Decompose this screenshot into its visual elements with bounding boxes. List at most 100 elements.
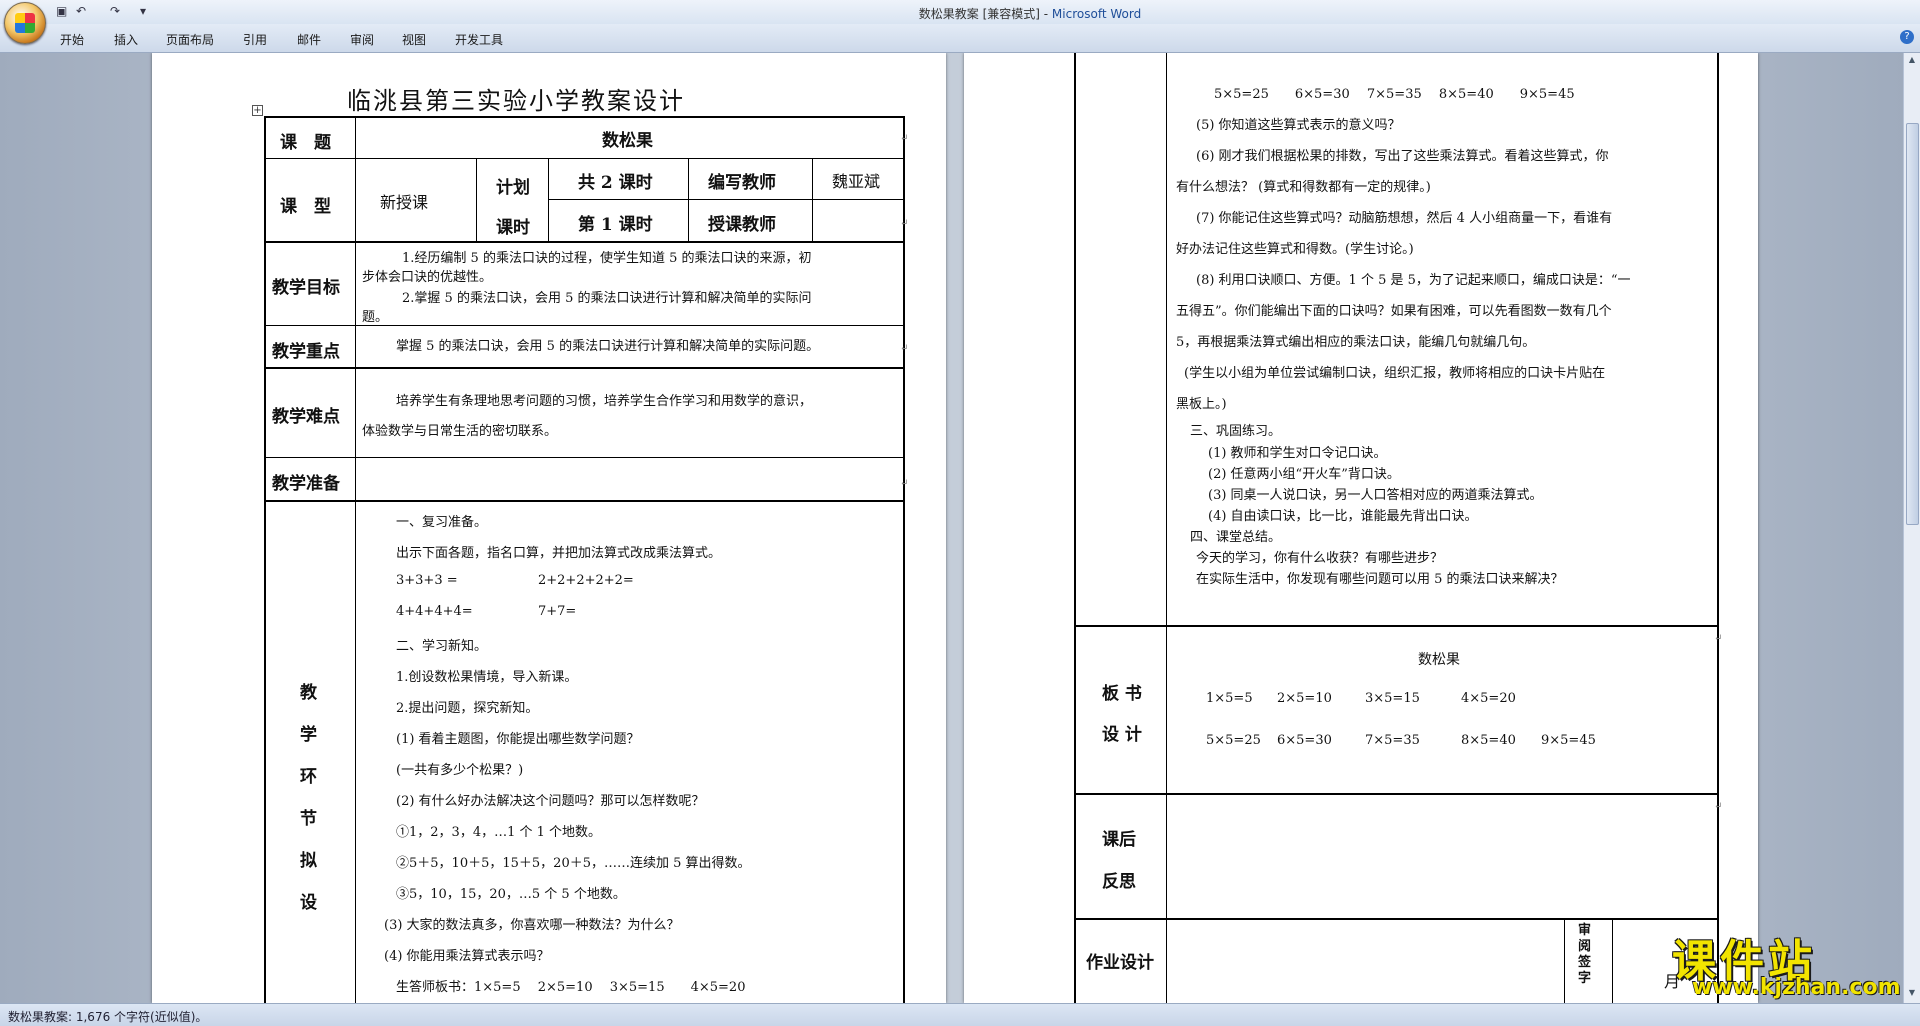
table-border bbox=[548, 199, 904, 200]
paragraph-mark: ↵ bbox=[900, 343, 909, 354]
preparation-label: 教学准备 bbox=[272, 474, 340, 494]
paragraph-mark: ↵ bbox=[1714, 801, 1723, 812]
tab-home[interactable]: 开始 bbox=[60, 31, 84, 48]
table-border bbox=[1074, 793, 1719, 795]
lesson-line: (1) 教师和学生对口令记口诀。 bbox=[1208, 446, 1387, 461]
homework-label: 作业设计 bbox=[1086, 953, 1154, 973]
type-value: 新授课 bbox=[380, 193, 429, 212]
page-2[interactable]: 5×5=25 6×5=30 7×5=35 8×5=40 9×5=45 (5) 你… bbox=[964, 53, 1758, 1003]
paragraph-mark: ↵ bbox=[900, 218, 909, 229]
lesson-line: ①1，2，3，4，…1 个 1 个地数。 bbox=[396, 825, 602, 840]
lesson-line: 有什么想法？ (算式和得数都有一定的规律。) bbox=[1176, 180, 1431, 195]
help-icon[interactable]: ? bbox=[1900, 30, 1914, 44]
review-label-char: 审 bbox=[1578, 923, 1592, 938]
table-border bbox=[264, 241, 904, 243]
board-formula: 1×5=5 bbox=[1206, 691, 1253, 706]
tab-page-layout[interactable]: 页面布局 bbox=[166, 31, 214, 48]
board-formula: 6×5=30 bbox=[1277, 733, 1332, 748]
board-formula: 4×5=20 bbox=[1461, 691, 1516, 706]
lesson-line: 四、课堂总结。 bbox=[1190, 530, 1282, 545]
lesson-line: 7+7= bbox=[538, 604, 577, 619]
table-move-handle-icon[interactable]: + bbox=[252, 105, 263, 116]
tab-review[interactable]: 审阅 bbox=[350, 31, 374, 48]
lesson-line: 今天的学习，你有什么收获？有哪些进步？ bbox=[1196, 551, 1444, 566]
goal-line: 2.掌握 5 的乘法口诀，会用 5 的乘法口诀进行计算和解决简单的实际问 bbox=[402, 291, 812, 306]
lesson-line: (6) 刚才我们根据松果的排数，写出了这些乘法算式。看着这些算式，你 bbox=[1196, 149, 1609, 164]
process-label-char: 学 bbox=[300, 725, 317, 745]
table-border bbox=[264, 158, 904, 159]
app-title: Microsoft Word bbox=[1051, 7, 1142, 21]
lesson-line: (2) 有什么好办法解决这个问题吗？那可以怎样数呢？ bbox=[396, 794, 705, 809]
lesson-line: (2) 任意两小组“开火车”背口诀。 bbox=[1208, 467, 1400, 482]
lesson-line: 1.创设数松果情境，导入新课。 bbox=[396, 670, 578, 685]
tab-developer[interactable]: 开发工具 bbox=[455, 31, 503, 48]
scrollbar-thumb[interactable] bbox=[1906, 123, 1919, 525]
board-formula: 2×5=10 bbox=[1277, 691, 1332, 706]
goal-line: 1.经历编制 5 的乘法口诀的过程，使学生知道 5 的乘法口诀的来源，初 bbox=[402, 251, 812, 266]
lesson-line: 好办法记住这些算式和得数。(学生讨论。) bbox=[1176, 242, 1414, 257]
window-title: 数松果教案 [兼容模式] - Microsoft Word bbox=[0, 5, 1920, 22]
writer-label: 编写教师 bbox=[708, 173, 776, 193]
difficulty-text: 体验数学与日常生活的密切联系。 bbox=[362, 424, 558, 439]
table-border bbox=[264, 325, 904, 326]
lesson-line: (5) 你知道这些算式表示的意义吗？ bbox=[1196, 118, 1401, 133]
reflection-label-1: 课后 bbox=[1102, 830, 1136, 850]
table-border bbox=[548, 158, 549, 242]
lesson-line: 生答师板书：1×5=5 2×5=10 3×5=15 4×5=20 bbox=[396, 980, 746, 995]
review-signature-label: 审 阅 签 字 bbox=[1578, 923, 1591, 987]
board-formula: 9×5=45 bbox=[1541, 733, 1596, 748]
goal-line: 题。 bbox=[362, 310, 389, 325]
process-label-char: 节 bbox=[300, 809, 317, 829]
review-label-char: 字 bbox=[1578, 971, 1592, 986]
office-button[interactable] bbox=[4, 2, 46, 44]
lesson-line: 2.提出问题，探究新知。 bbox=[396, 701, 539, 716]
tab-mailings[interactable]: 邮件 bbox=[297, 31, 321, 48]
document-title: 数松果教案 [兼容模式] - bbox=[918, 7, 1052, 21]
lesson-line: 出示下面各题，指名口算，并把加法算式改成乘法算式。 bbox=[396, 546, 722, 561]
ribbon-tabs: 开始 插入 页面布局 引用 邮件 审阅 视图 开发工具 bbox=[0, 24, 1920, 53]
process-label-char: 环 bbox=[300, 767, 317, 787]
page-1[interactable]: 临洮县第三实验小学教案设计 + 课 题 数松果 课 型 新授课 计划 课时 共 … bbox=[152, 53, 946, 1003]
type-label: 课 型 bbox=[280, 197, 331, 217]
review-label-char: 阅 bbox=[1578, 939, 1592, 954]
paragraph-mark: ↵ bbox=[900, 133, 909, 144]
writer-value: 魏亚斌 bbox=[832, 172, 881, 191]
difficulty-label: 教学难点 bbox=[272, 407, 340, 427]
goal-line: 步体会口诀的优越性。 bbox=[362, 270, 493, 285]
title-bar: ▣ ↶ ↷ ▾ 数松果教案 [兼容模式] - Microsoft Word bbox=[0, 0, 1920, 44]
lesson-line: (4) 自由读口诀，比一比，谁能最先背出口诀。 bbox=[1208, 509, 1478, 524]
board-formula: 7×5=35 bbox=[1365, 733, 1420, 748]
process-label-char: 设 bbox=[300, 893, 317, 913]
table-border bbox=[476, 158, 477, 242]
board-label-1: 板 书 bbox=[1102, 684, 1142, 704]
tab-insert[interactable]: 插入 bbox=[114, 31, 138, 48]
table-border bbox=[1166, 53, 1167, 1003]
process-label-char: 教 bbox=[300, 683, 317, 703]
lesson-line: (学生以小组为单位尝试编制口诀，组织汇报，教师将相应的口诀卡片贴在 bbox=[1184, 366, 1606, 381]
lesson-line: 三、巩固练习。 bbox=[1190, 424, 1282, 439]
scroll-up-icon[interactable]: ▲ bbox=[1906, 55, 1918, 67]
lesson-line: 5×5=25 6×5=30 7×5=35 8×5=40 9×5=45 bbox=[1214, 87, 1575, 102]
table-border bbox=[264, 500, 904, 502]
status-bar: 数松果教案: 1,676 个字符(近似值)。 bbox=[0, 1003, 1920, 1026]
table-border bbox=[264, 457, 904, 458]
tab-references[interactable]: 引用 bbox=[243, 31, 267, 48]
process-label-char: 拟 bbox=[300, 851, 317, 871]
tab-view[interactable]: 视图 bbox=[402, 31, 426, 48]
lesson-line: 五得五”。你们能编出下面的口诀吗？如果有困难，可以先看图数一数有几个 bbox=[1176, 304, 1612, 319]
lesson-line: 2+2+2+2+2= bbox=[538, 573, 634, 588]
lesson-line: 一、复习准备。 bbox=[396, 515, 488, 530]
table-border bbox=[264, 116, 904, 118]
word-count-status[interactable]: 数松果教案: 1,676 个字符(近似值)。 bbox=[8, 1008, 207, 1025]
key-text: 掌握 5 的乘法口诀，会用 5 的乘法口诀进行计算和解决简单的实际问题。 bbox=[396, 339, 820, 354]
key-label: 教学重点 bbox=[272, 342, 340, 362]
lesson-line: (4) 你能用乘法算式表示吗？ bbox=[384, 949, 550, 964]
table-border bbox=[1717, 53, 1719, 1003]
reflection-label-2: 反思 bbox=[1102, 872, 1136, 892]
board-title: 数松果 bbox=[1418, 652, 1460, 668]
lesson-line: (7) 你能记住这些算式吗？动脑筋想想，然后 4 人小组商量一下，看谁有 bbox=[1196, 211, 1613, 226]
plan-current: 第 1 课时 bbox=[578, 215, 653, 235]
plan-label-1: 计划 bbox=[496, 178, 530, 198]
vertical-scrollbar[interactable]: ▲ ▼ bbox=[1903, 53, 1920, 1003]
lesson-line: 3+3+3 = bbox=[396, 573, 458, 588]
